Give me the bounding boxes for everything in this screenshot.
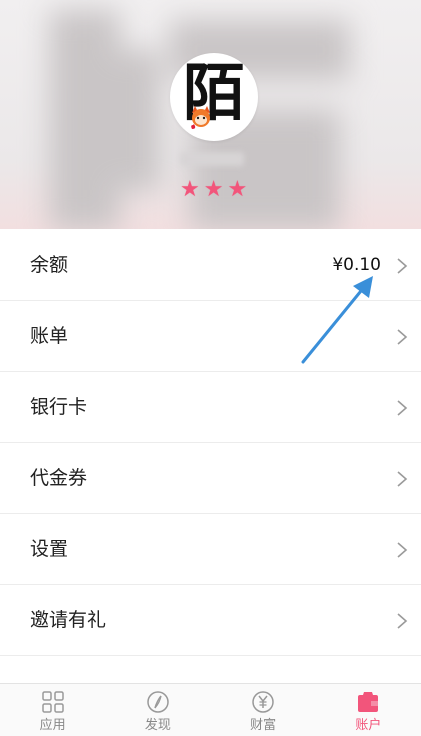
cartoon-cat-icon: [191, 106, 210, 129]
chevron-right-icon: [397, 471, 408, 487]
menu-item-label: 账单: [30, 325, 69, 347]
avatar[interactable]: 陌: [170, 53, 258, 141]
tab-label: 财富: [250, 718, 277, 733]
star-icon: ★: [203, 177, 224, 202]
star-rating: ★ ★ ★: [180, 178, 247, 202]
chevron-right-icon: [397, 329, 408, 345]
star-icon: ★: [227, 177, 248, 202]
menu-item-label: 设置: [30, 538, 69, 560]
menu-item-label: 代金券: [30, 467, 88, 489]
tab-label: 账户: [355, 718, 382, 733]
chevron-right-icon: [397, 542, 408, 558]
menu-item-label: 银行卡: [30, 396, 88, 418]
yen-icon: [252, 691, 274, 713]
menu-item-balance[interactable]: 余额 ¥0.10: [0, 230, 421, 301]
avatar-character: 陌: [182, 56, 245, 129]
menu-item-label: 邀请有礼: [30, 609, 107, 631]
tab-apps[interactable]: 应用: [0, 684, 105, 736]
chevron-right-icon: [397, 258, 408, 274]
menu-item-voucher[interactable]: 代金券: [0, 443, 421, 514]
bottom-tab-bar: 应用 发现 财富 账户: [0, 683, 421, 736]
username-blurred: [180, 152, 244, 166]
tab-wealth[interactable]: 财富: [211, 684, 316, 736]
menu-item-label: 余额: [30, 254, 69, 276]
wallet-icon: [358, 692, 379, 712]
menu-item-bill[interactable]: 账单: [0, 301, 421, 372]
tab-label: 发现: [144, 718, 171, 733]
compass-icon: [147, 691, 169, 713]
grid-icon: [41, 691, 64, 713]
chevron-right-icon: [397, 613, 408, 629]
tab-discover[interactable]: 发现: [105, 684, 210, 736]
menu-item-invite[interactable]: 邀请有礼: [0, 585, 421, 656]
profile-header: 陌 ★ ★ ★: [0, 0, 421, 229]
chevron-right-icon: [397, 400, 408, 416]
balance-value: ¥0.10: [332, 255, 381, 275]
account-menu: 余额 ¥0.10 账单 银行卡 代金券 设置 邀请有礼: [0, 230, 421, 656]
menu-item-bank-card[interactable]: 银行卡: [0, 372, 421, 443]
tab-account[interactable]: 账户: [316, 684, 421, 736]
tab-label: 应用: [39, 718, 66, 733]
menu-item-settings[interactable]: 设置: [0, 514, 421, 585]
star-icon: ★: [180, 177, 200, 202]
